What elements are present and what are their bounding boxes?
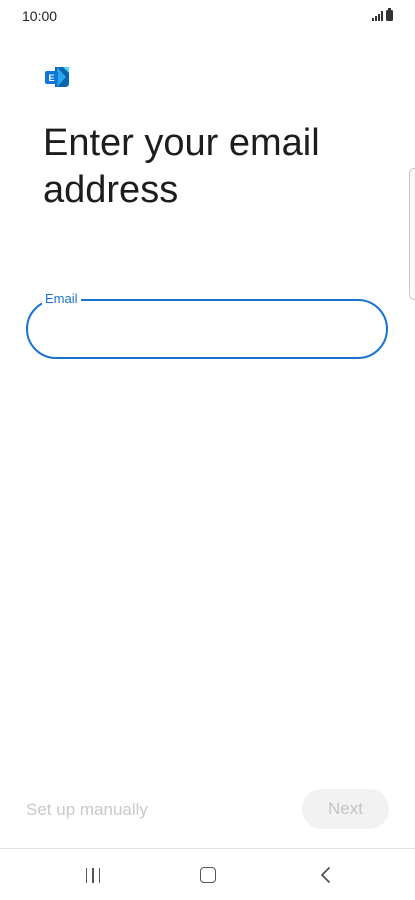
setup-manually-button[interactable]: Set up manually [26, 800, 148, 820]
recent-apps-button[interactable] [73, 859, 113, 891]
status-icons [372, 8, 393, 21]
battery-icon [386, 8, 393, 21]
email-input[interactable] [46, 311, 370, 347]
email-field[interactable]: Email [26, 291, 388, 359]
recent-apps-icon [85, 867, 101, 883]
edge-panel-handle[interactable] [409, 168, 415, 300]
status-time: 10:00 [22, 8, 58, 24]
signal-icon [372, 11, 383, 21]
email-field-label: Email [42, 291, 81, 307]
exchange-icon: E [45, 67, 69, 87]
next-button[interactable]: Next [302, 789, 389, 829]
screen: 10:00 E Enter your email address Email S… [0, 0, 415, 900]
status-bar: 10:00 [0, 0, 415, 32]
home-button[interactable] [188, 859, 228, 891]
back-icon [321, 867, 330, 883]
back-button[interactable] [305, 859, 345, 891]
logo-letter: E [48, 73, 54, 83]
page-title: Enter your email address [43, 122, 320, 211]
home-icon [200, 867, 216, 883]
navigation-bar [0, 849, 415, 900]
